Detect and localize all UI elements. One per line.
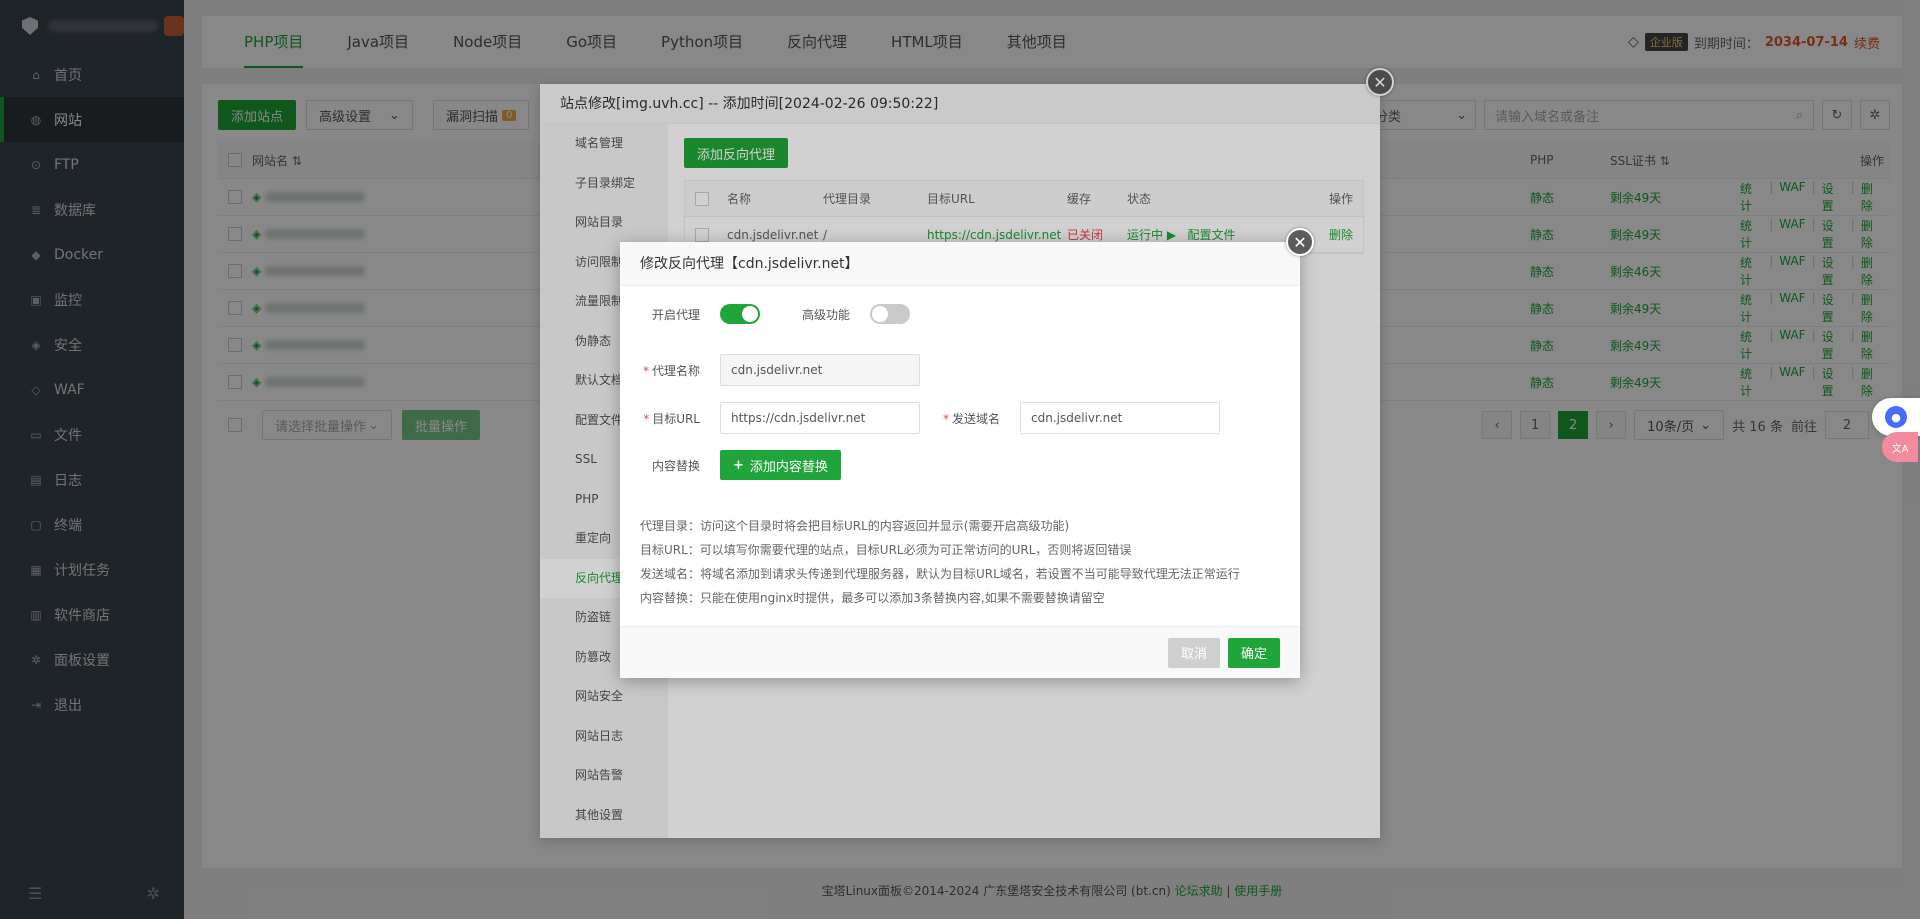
name-row: * 代理名称 cdn.jsdelivr.net	[620, 354, 920, 386]
add-replace-button[interactable]: + 添加内容替换	[720, 450, 841, 480]
replace-row: 内容替换 + 添加内容替换	[620, 450, 841, 480]
proxy-name-label: 代理名称	[651, 363, 700, 378]
target-url-input[interactable]: https://cdn.jsdelivr.net	[720, 402, 920, 434]
plus-icon: +	[733, 457, 744, 473]
enable-proxy-label: 开启代理	[651, 307, 700, 322]
tip-line: 代理目录：访问这个目录时将会把目标URL的内容返回并显示(需要开启高级功能)	[640, 519, 1070, 533]
target-row: * 目标URL https://cdn.jsdelivr.net * 发送域名 cd…	[620, 402, 1220, 434]
translate-float-button[interactable]: 文A	[1882, 432, 1918, 462]
replace-label: 内容替换	[651, 458, 700, 473]
send-domain-input[interactable]: cdn.jsdelivr.net	[1020, 402, 1220, 434]
send-domain-label: 发送域名	[951, 411, 1000, 426]
advanced-toggle[interactable]	[870, 304, 910, 324]
add-replace-label: 添加内容替换	[749, 459, 828, 475]
help-tips: 代理目录：访问这个目录时将会把目标URL的内容返回并显示(需要开启高级功能) 目…	[640, 514, 1240, 610]
edit-proxy-dialog: 修改反向代理【cdn.jsdelivr.net】 开启代理 高级功能 * 代理名称…	[620, 242, 1300, 678]
confirm-button[interactable]: 确定	[1227, 637, 1280, 668]
assistant-icon: ●	[1885, 406, 1907, 428]
cancel-button[interactable]: 取消	[1167, 637, 1220, 668]
advanced-label: 高级功能	[801, 307, 850, 322]
dialog-title: 修改反向代理【cdn.jsdelivr.net】	[620, 242, 1300, 286]
assistant-float-button[interactable]: ●	[1872, 398, 1920, 436]
proxy-name-input[interactable]: cdn.jsdelivr.net	[720, 354, 920, 386]
enable-proxy-toggle[interactable]	[720, 304, 760, 324]
send-domain-label-wrap: * 发送域名	[942, 411, 1000, 426]
dialog-close-icon[interactable]: ✕	[1286, 228, 1314, 256]
proxy-name-label-wrap: * 代理名称	[642, 363, 700, 378]
target-url-label-wrap: * 目标URL	[643, 411, 700, 426]
toggle-row: 开启代理 高级功能	[620, 304, 910, 324]
tip-line: 目标URL：可以填写你需要代理的站点，目标URL必须为可正常访问的URL，否则将…	[640, 543, 1132, 557]
tip-line: 发送域名：将域名添加到请求头传递到代理服务器，默认为目标URL域名，若设置不当可…	[640, 567, 1240, 581]
tip-line: 内容替换：只能在使用nginx时提供，最多可以添加3条替换内容,如果不需要替换请…	[640, 591, 1105, 605]
dialog-footer: 取消 确定	[620, 626, 1300, 678]
target-url-label: 目标URL	[652, 411, 700, 426]
